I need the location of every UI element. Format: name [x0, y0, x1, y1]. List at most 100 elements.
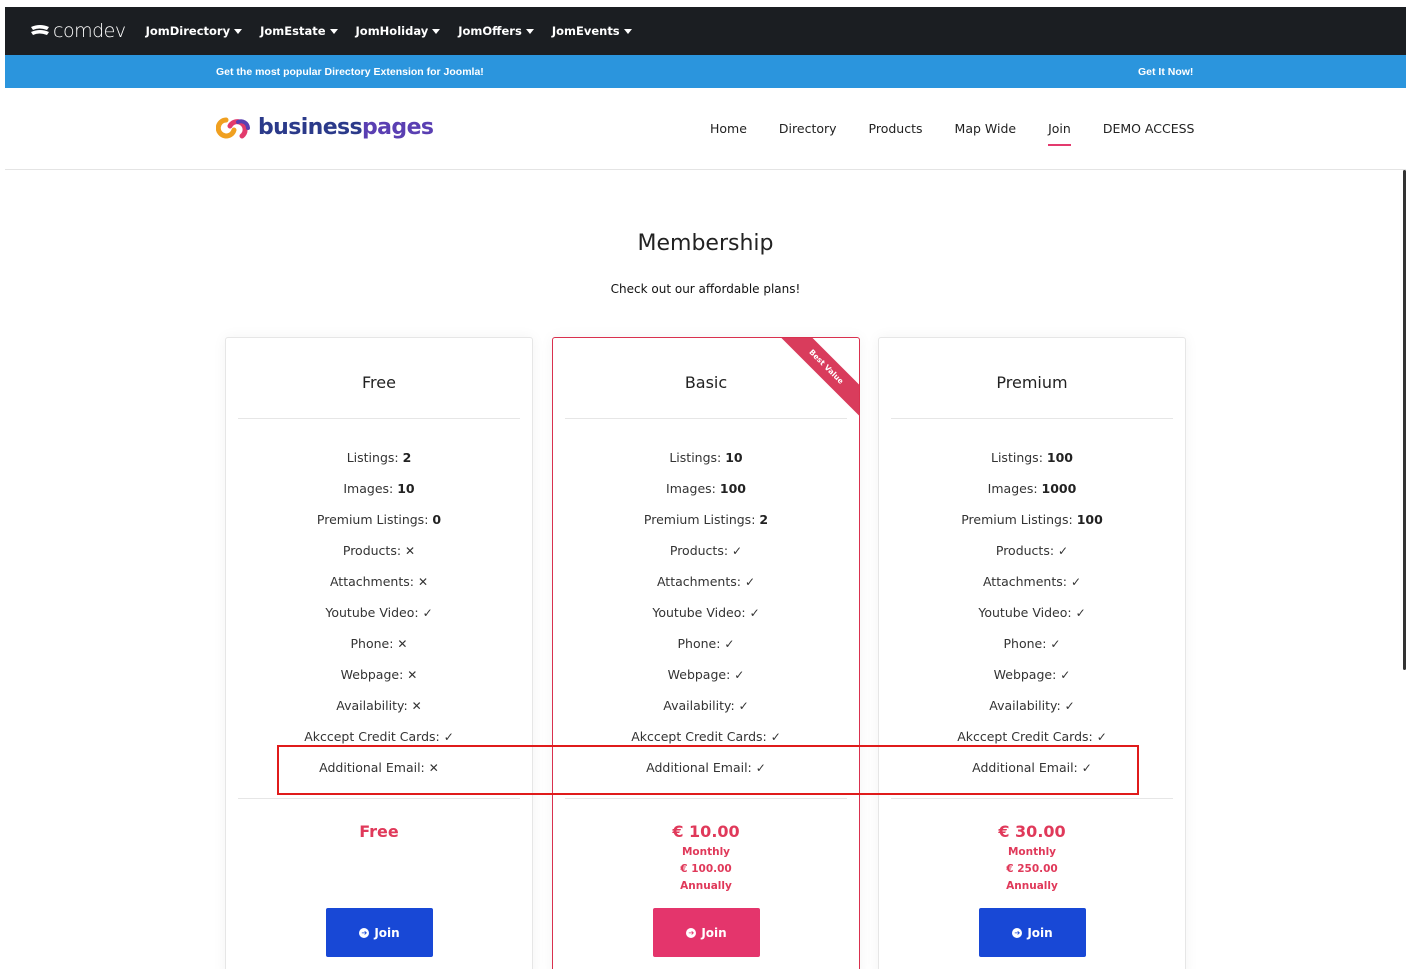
feature-label: Listings: — [669, 450, 722, 465]
feature-premium-listings: Premium Listings: 2 — [553, 512, 859, 543]
nav-products[interactable]: Products — [869, 121, 923, 136]
caret-down-icon — [234, 28, 243, 34]
feature-label: Premium Listings: — [316, 512, 429, 527]
nav-map-wide[interactable]: Map Wide — [955, 121, 1017, 136]
join-button-premium[interactable]: ➔ Join — [979, 908, 1086, 957]
businesspages-logo-icon — [216, 117, 250, 138]
check-icon: ✓ — [744, 575, 756, 589]
arrow-circle-icon: ➔ — [1012, 927, 1023, 938]
check-icon: ✓ — [1075, 606, 1086, 620]
top-menu-jomestate[interactable]: JomEstate — [260, 24, 338, 38]
feature-attachments: Attachments: ✓ — [553, 574, 859, 605]
feature-listings: Listings: 10 — [553, 450, 859, 481]
feature-value: 100 — [1046, 450, 1073, 465]
feature-label: Availability: — [336, 698, 408, 713]
divider — [565, 418, 847, 419]
feature-additional-email: Additional Email: ✓ — [879, 760, 1185, 791]
plan-title: Premium — [996, 373, 1068, 392]
feature-webpage: Webpage: ✓ — [553, 667, 859, 698]
businesspages-logo[interactable]: businesspages — [216, 115, 434, 140]
brand-part-business: business — [258, 115, 363, 140]
nav-home[interactable]: Home — [710, 121, 747, 136]
feature-youtube-video: Youtube Video: ✓ — [879, 605, 1185, 636]
feature-label: Youtube Video: — [978, 605, 1072, 620]
page-subtitle: Check out our affordable plans! — [610, 282, 801, 296]
top-menu-label: JomEvents — [551, 24, 620, 38]
top-menu-jomoffers[interactable]: JomOffers — [458, 24, 534, 38]
feature-value: 1000 — [1041, 481, 1077, 496]
price-annual-label: Annually — [680, 880, 732, 892]
top-menu-label: JomHoliday — [355, 24, 429, 38]
plan-card-free: Free Listings: 2 Images: 10 Premium List… — [225, 337, 533, 969]
check-icon: ✓ — [1070, 575, 1082, 589]
get-it-now-link[interactable]: Get It Now! — [1138, 66, 1193, 78]
nav-join[interactable]: Join — [1048, 121, 1071, 146]
check-icon: ✓ — [770, 730, 781, 744]
feature-label: Products: — [342, 543, 402, 558]
feature-images: Images: 100 — [553, 481, 859, 512]
check-icon: ✓ — [1058, 544, 1069, 558]
top-menu-jomdirectory[interactable]: JomDirectory — [146, 24, 243, 38]
feature-premium-listings: Premium Listings: 0 — [226, 512, 532, 543]
feature-label: Webpage: — [667, 667, 731, 682]
check-icon: ✓ — [755, 761, 766, 775]
feature-label: Youtube Video: — [325, 605, 419, 620]
feature-label: Products: — [995, 543, 1055, 558]
feature-value: 100 — [719, 481, 746, 496]
feature-products: Products: ✕ — [226, 543, 532, 574]
plan-features: Listings: 2 Images: 10 Premium Listings:… — [226, 450, 532, 791]
cross-icon: ✕ — [417, 575, 429, 589]
feature-availability: Availability: ✕ — [226, 698, 532, 729]
feature-label: Akccept Credit Cards: — [957, 729, 1093, 744]
feature-label: Products: — [669, 543, 729, 558]
feature-label: Phone: — [350, 636, 394, 651]
check-icon: ✓ — [724, 637, 735, 651]
feature-label: Premium Listings: — [643, 512, 756, 527]
join-button-free[interactable]: ➔ Join — [326, 908, 433, 957]
check-icon: ✓ — [443, 730, 454, 744]
feature-label: Akccept Credit Cards: — [304, 729, 440, 744]
top-navbar: comdev JomDirectory JomEstate JomHoliday… — [5, 7, 1406, 55]
check-icon: ✓ — [1096, 730, 1107, 744]
site-header: businesspages Home Directory Products Ma… — [5, 88, 1406, 170]
comdev-logo-icon — [31, 25, 49, 35]
check-icon: ✓ — [738, 699, 749, 713]
feature-premium-listings: Premium Listings: 100 — [879, 512, 1185, 543]
top-menu-jomevents[interactable]: JomEvents — [552, 24, 632, 38]
cross-icon: ✕ — [407, 668, 418, 682]
feature-value: 0 — [432, 512, 442, 527]
price-monthly-label: Monthly — [681, 846, 731, 858]
divider — [891, 798, 1173, 799]
brand-name: businesspages — [258, 115, 434, 140]
feature-value: 10 — [397, 481, 415, 496]
top-menu-label: JomDirectory — [145, 24, 231, 38]
join-button-basic[interactable]: ➔ Join — [653, 908, 760, 957]
feature-label: Listings: — [346, 450, 399, 465]
check-icon: ✓ — [1064, 699, 1075, 713]
feature-availability: Availability: ✓ — [553, 698, 859, 729]
check-icon: ✓ — [734, 668, 745, 682]
divider — [238, 798, 520, 799]
feature-phone: Phone: ✓ — [553, 636, 859, 667]
divider — [565, 798, 847, 799]
feature-label: Images: — [987, 481, 1038, 496]
plan-card-premium: Premium Listings: 100 Images: 1000 Premi… — [878, 337, 1186, 969]
feature-label: Webpage: — [340, 667, 404, 682]
feature-additional-email: Additional Email: ✓ — [553, 760, 859, 791]
plan-features: Listings: 100 Images: 1000 Premium Listi… — [879, 450, 1185, 791]
feature-products: Products: ✓ — [553, 543, 859, 574]
plan-features: Listings: 10 Images: 100 Premium Listing… — [553, 450, 859, 791]
top-menu-jomholiday[interactable]: JomHoliday — [356, 24, 441, 38]
check-icon: ✓ — [1081, 761, 1092, 775]
feature-availability: Availability: ✓ — [879, 698, 1185, 729]
feature-label: Attachments: — [656, 574, 741, 589]
comdev-logo[interactable]: comdev — [29, 20, 126, 42]
nav-directory[interactable]: Directory — [779, 121, 837, 136]
check-icon: ✓ — [1060, 668, 1071, 682]
feature-images: Images: 1000 — [879, 481, 1185, 512]
feature-phone: Phone: ✕ — [226, 636, 532, 667]
feature-phone: Phone: ✓ — [879, 636, 1185, 667]
nav-demo-access[interactable]: DEMO ACCESS — [1103, 121, 1195, 136]
divider — [238, 418, 520, 419]
feature-credit-cards: Akccept Credit Cards: ✓ — [879, 729, 1185, 760]
